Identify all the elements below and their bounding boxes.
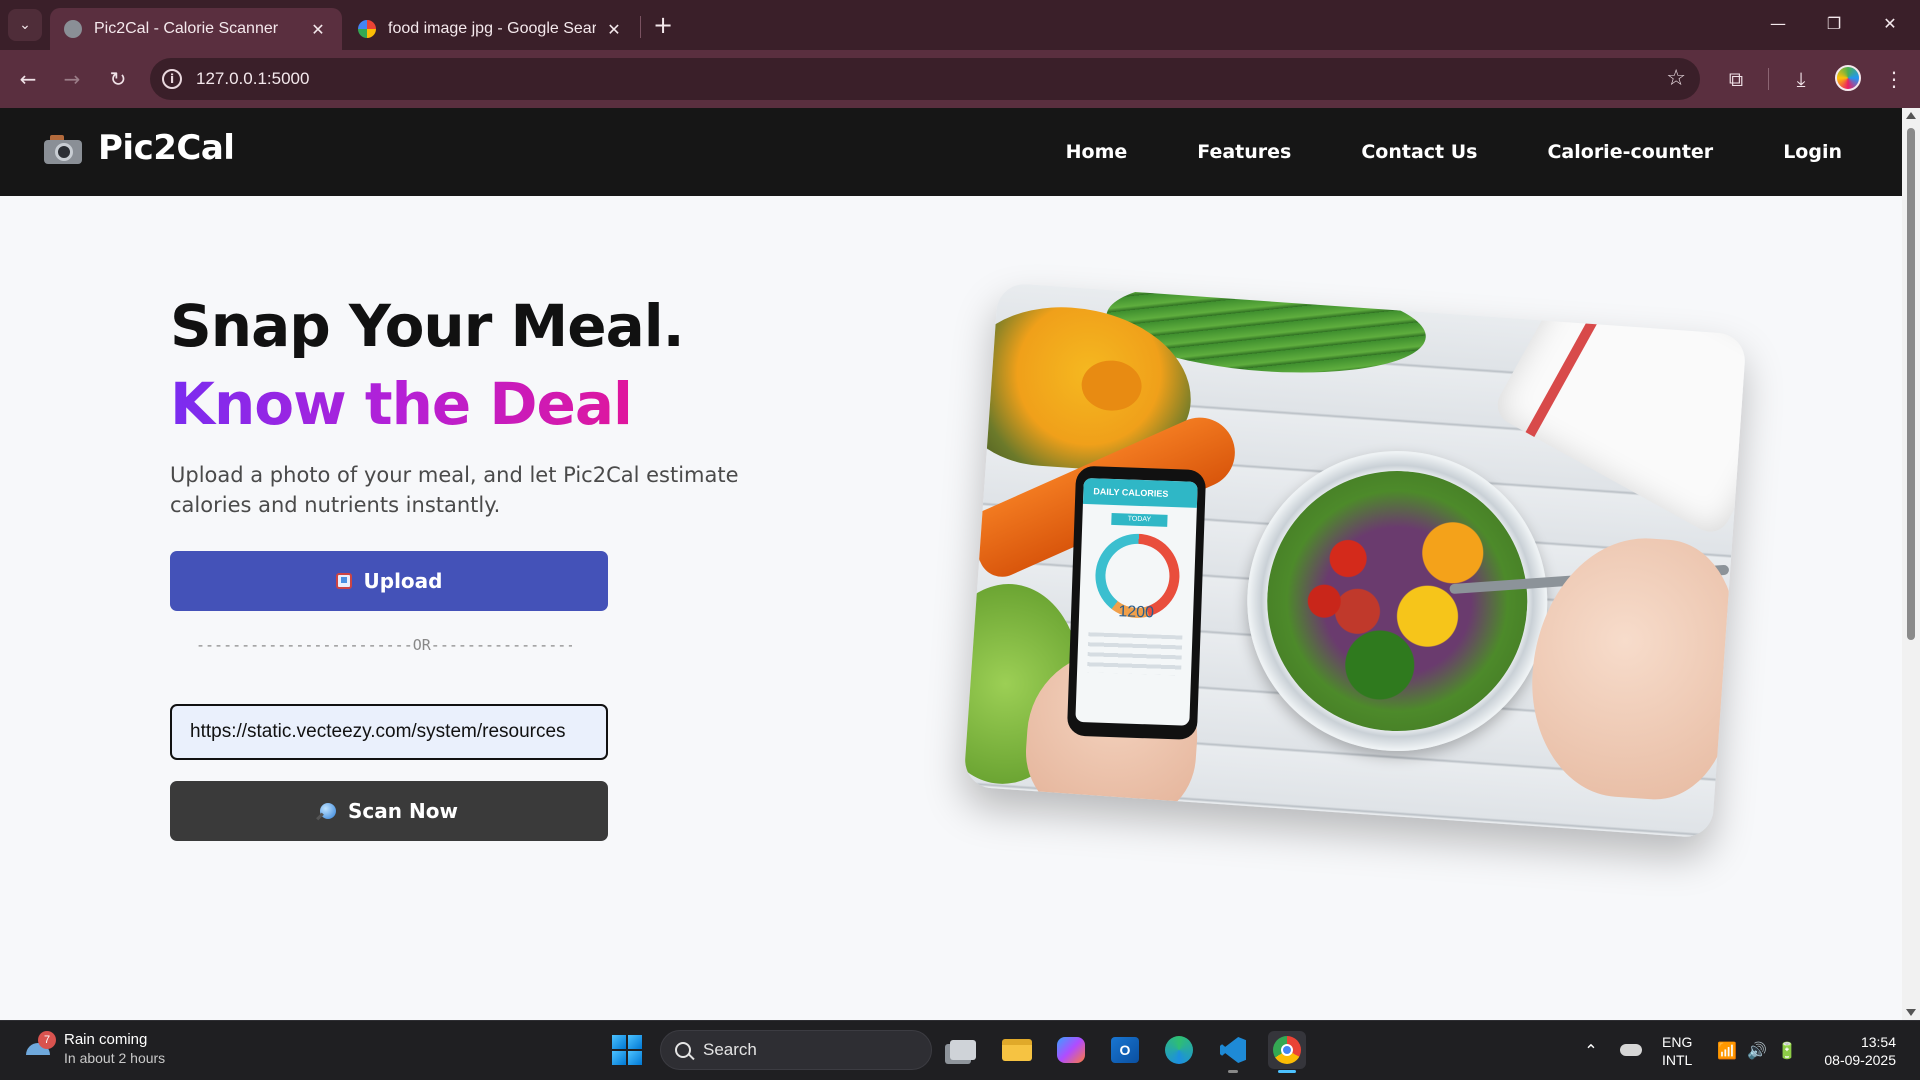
globe-icon <box>64 20 82 38</box>
back-icon[interactable]: ← <box>12 63 44 95</box>
keyboard-layout: INTL <box>1662 1052 1693 1068</box>
scan-label: Scan Now <box>348 799 458 823</box>
browser-toolbar: ← → ↻ i 127.0.0.1:5000 ☆ ⧉ ⤓ ⋮ <box>0 50 1920 108</box>
page-viewport: Pic2Cal Home Features Contact Us Calorie… <box>0 108 1902 1020</box>
language-indicator[interactable]: ENG INTL <box>1662 1033 1692 1069</box>
chrome-icon[interactable] <box>1268 1031 1306 1073</box>
magnifier-icon <box>320 803 337 819</box>
new-tab-button[interactable]: + <box>650 10 676 40</box>
site-navbar: Pic2Cal Home Features Contact Us Calorie… <box>0 108 1902 196</box>
language-code: ENG <box>1662 1034 1693 1050</box>
phone-today: TODAY <box>1111 512 1168 527</box>
brand-logo[interactable]: Pic2Cal <box>44 128 235 168</box>
scan-now-button[interactable]: Scan Now <box>170 781 608 841</box>
browser-tab-bar: ⌄ Pic2Cal - Calorie Scanner ✕ food image… <box>0 0 1920 50</box>
menu-kebab-icon[interactable]: ⋮ <box>1878 63 1910 95</box>
clock-date: 08-09-2025 <box>1824 1052 1896 1068</box>
wifi-icon[interactable]: 📶 <box>1712 1033 1742 1067</box>
toolbar-divider <box>1768 68 1769 90</box>
windows-start-icon[interactable] <box>612 1035 642 1065</box>
reload-icon[interactable]: ↻ <box>102 63 134 95</box>
extensions-icon[interactable]: ⧉ <box>1720 63 1752 95</box>
download-icon[interactable]: ⤓ <box>1785 63 1817 95</box>
google-icon <box>358 20 376 38</box>
clock-time: 13:54 <box>1860 1034 1896 1050</box>
volume-icon[interactable]: 🔊 <box>1742 1033 1772 1067</box>
address-bar[interactable]: i 127.0.0.1:5000 ☆ <box>150 58 1700 100</box>
headline-gradient: Know the Deal <box>170 370 633 438</box>
phone-illustration: DAILY CALORIES TODAY 1200 <box>1066 465 1207 741</box>
weather-subtitle: In about 2 hours <box>64 1050 166 1066</box>
copilot-icon[interactable] <box>1052 1031 1090 1069</box>
upload-label: Upload <box>363 569 443 593</box>
nav-contact-us[interactable]: Contact Us <box>1361 141 1477 163</box>
phone-header: DAILY CALORIES <box>1082 477 1198 508</box>
forward-icon[interactable]: → <box>56 63 88 95</box>
nav-features[interactable]: Features <box>1197 141 1291 163</box>
battery-icon[interactable]: 🔋 <box>1772 1033 1802 1067</box>
weather-title: Rain coming <box>64 1031 148 1048</box>
tab-title: food image jpg - Google Search <box>388 20 596 37</box>
close-window-button[interactable]: ✕ <box>1862 8 1918 40</box>
tab-search-button[interactable]: ⌄ <box>8 9 42 41</box>
vscode-icon[interactable] <box>1214 1031 1252 1073</box>
weather-badge: 7 <box>38 1030 56 1049</box>
search-icon <box>675 1042 691 1058</box>
restore-button[interactable]: ❐ <box>1806 8 1862 40</box>
upload-icon <box>335 573 352 589</box>
or-divider: ------------------------OR--------------… <box>196 636 572 654</box>
windows-taskbar: 7 Rain coming In about 2 hours Search O … <box>0 1020 1920 1080</box>
nav-login[interactable]: Login <box>1783 141 1842 163</box>
site-info-icon[interactable]: i <box>162 69 182 89</box>
outlook-icon[interactable]: O <box>1106 1031 1144 1069</box>
image-url-input[interactable] <box>170 704 608 760</box>
tab-separator <box>640 16 641 38</box>
chevron-up-icon[interactable]: ⌃ <box>1574 1033 1608 1067</box>
bookmark-star-icon[interactable]: ☆ <box>1666 66 1686 91</box>
edge-icon[interactable] <box>1160 1031 1198 1069</box>
close-icon[interactable]: ✕ <box>604 20 624 39</box>
tab-pic2cal[interactable]: Pic2Cal - Calorie Scanner ✕ <box>50 8 342 50</box>
umbrella-icon: 7 <box>24 1030 56 1063</box>
scroll-up-arrow[interactable] <box>1906 112 1916 119</box>
weather-widget[interactable]: 7 Rain coming In about 2 hours <box>24 1030 166 1066</box>
taskbar-search-label: Search <box>703 1040 757 1059</box>
task-view-icon[interactable] <box>944 1031 982 1069</box>
address-url[interactable]: 127.0.0.1:5000 <box>196 69 309 89</box>
hero-food-image: DAILY CALORIES TODAY 1200 <box>963 282 1747 839</box>
hero-section: Snap Your Meal. Know the Deal Upload a p… <box>0 196 1902 1020</box>
scroll-down-arrow[interactable] <box>1906 1009 1916 1016</box>
nav-calorie-counter[interactable]: Calorie-counter <box>1547 141 1713 163</box>
scroll-thumb[interactable] <box>1907 128 1915 640</box>
tab-google-search[interactable]: food image jpg - Google Search ✕ <box>344 8 638 50</box>
brand-name: Pic2Cal <box>98 128 235 168</box>
hero-subtitle: Upload a photo of your meal, and let Pic… <box>170 463 739 517</box>
phone-calorie-value: 1200 <box>1118 603 1155 622</box>
upload-button[interactable]: Upload <box>170 551 608 611</box>
taskbar-search[interactable]: Search <box>660 1030 932 1070</box>
nav-links: Home Features Contact Us Calorie-counter… <box>996 108 1842 196</box>
camera-icon <box>44 132 82 164</box>
profile-avatar[interactable] <box>1835 65 1861 91</box>
file-explorer-icon[interactable] <box>998 1031 1036 1069</box>
tab-title: Pic2Cal - Calorie Scanner <box>94 20 279 37</box>
minimize-button[interactable]: — <box>1750 8 1806 40</box>
headline-primary: Snap Your Meal. <box>170 292 685 360</box>
nav-home[interactable]: Home <box>1066 141 1128 163</box>
system-clock[interactable]: 13:54 08-09-2025 <box>1808 1033 1896 1069</box>
close-icon[interactable]: ✕ <box>308 20 328 39</box>
onedrive-icon[interactable] <box>1614 1033 1648 1067</box>
page-scrollbar[interactable] <box>1902 108 1920 1020</box>
